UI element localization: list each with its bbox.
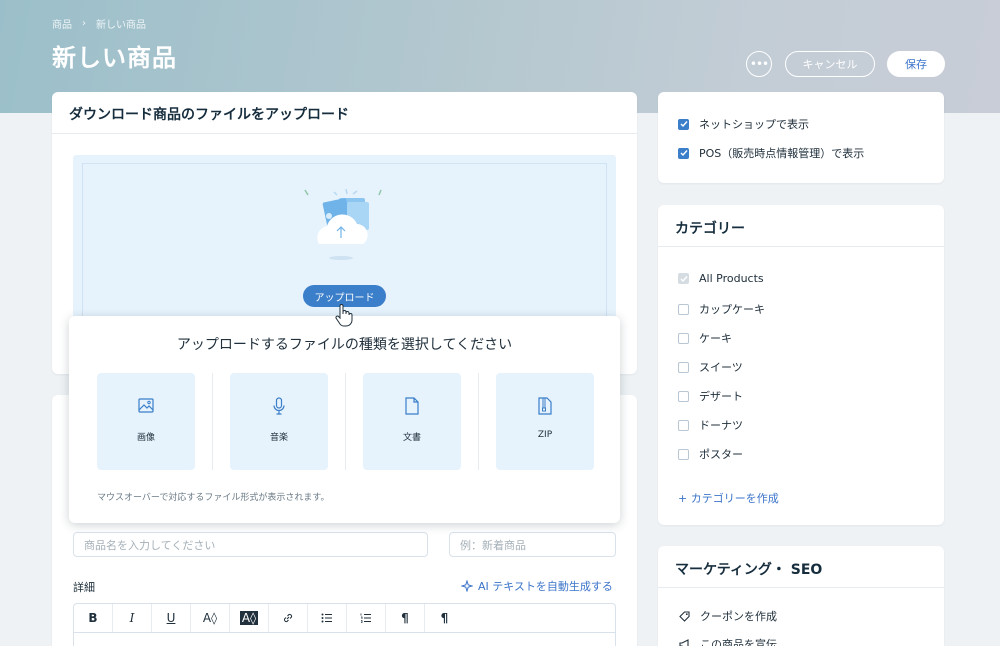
divider	[478, 373, 479, 470]
category-label: ポスター	[699, 448, 743, 461]
category-all-products: All Products	[678, 272, 764, 285]
show-in-store-checkbox[interactable]: ネットショップで表示	[678, 116, 809, 132]
file-type-document[interactable]: 文書	[363, 373, 461, 470]
underline-button[interactable]: U	[152, 604, 191, 632]
breadcrumb-separator: ›	[82, 18, 86, 29]
category-donut[interactable]: ドーナツ	[678, 417, 743, 433]
file-type-zip[interactable]: ZIP	[496, 373, 594, 470]
hand-cursor-icon	[335, 304, 353, 327]
checkbox-box	[678, 448, 689, 460]
bullet-list-icon	[321, 613, 332, 623]
popup-hint: マウスオーバーで対応するファイル形式が表示されます。	[97, 493, 330, 503]
bold-button[interactable]: B	[74, 604, 113, 632]
file-type-label: 画像	[136, 433, 155, 443]
category-label: ケーキ	[699, 332, 732, 345]
breadcrumb-item-current: 新しい商品	[96, 20, 146, 31]
file-type-label: 文書	[402, 433, 421, 443]
category-poster[interactable]: ポスター	[678, 446, 743, 462]
coupon-icon	[679, 610, 690, 622]
category-label: スイーツ	[699, 361, 743, 374]
show-in-pos-checkbox[interactable]: POS（販売時点情報管理）で表示	[678, 145, 864, 161]
link-icon	[283, 613, 293, 623]
checkbox-box	[678, 390, 689, 402]
popup-title: アップロードするファイルの種類を選択してください	[176, 337, 513, 353]
more-actions-button[interactable]: •••	[746, 51, 772, 77]
page-title: 新しい商品	[52, 44, 177, 72]
product-name-input[interactable]: 商品名を入力してください	[73, 532, 428, 557]
save-button[interactable]: 保存	[887, 51, 945, 77]
checkbox-box	[678, 361, 689, 373]
checkbox-box	[678, 419, 689, 431]
numbered-list-button[interactable]	[347, 604, 386, 632]
ai-generate-link[interactable]: AI テキストを自動生成する	[461, 578, 613, 594]
description-editor[interactable]	[73, 632, 616, 646]
rtl-icon: ¶	[440, 611, 449, 625]
categories-title: カテゴリー	[675, 221, 745, 237]
file-type-label: 音楽	[269, 433, 288, 443]
visibility-card: ネットショップで表示 POS（販売時点情報管理）で表示	[658, 92, 944, 183]
category-cake[interactable]: ケーキ	[678, 330, 732, 346]
category-dessert[interactable]: デザート	[678, 388, 743, 404]
highlight-color-button[interactable]: A◊	[230, 604, 269, 632]
link-button[interactable]	[269, 604, 308, 632]
microphone-icon	[273, 397, 285, 415]
divider	[658, 246, 944, 247]
categories-card: カテゴリー All Products カップケーキ ケーキ スイーツ デザート …	[658, 205, 944, 525]
upload-card-title: ダウンロード商品のファイルをアップロード	[69, 107, 349, 123]
zip-icon	[538, 397, 552, 415]
ai-generate-label: AI テキストを自動生成する	[478, 580, 613, 593]
numbered-list-icon	[360, 613, 371, 623]
breadcrumb: 商品 › 新しい商品	[52, 16, 146, 31]
promote-product-link[interactable]: この商品を宣伝	[678, 636, 777, 646]
ribbon-input[interactable]: 例：新着商品	[449, 532, 616, 557]
image-icon	[138, 398, 154, 413]
category-cupcake[interactable]: カップケーキ	[678, 301, 765, 317]
marketing-item-label: クーポンを作成	[700, 610, 777, 623]
file-type-label: ZIP	[537, 430, 553, 440]
check-icon	[678, 118, 689, 130]
ltr-icon: ¶	[401, 611, 409, 625]
document-icon	[405, 397, 419, 415]
divider	[658, 587, 944, 588]
file-type-music[interactable]: 音楽	[230, 373, 328, 470]
category-label: カップケーキ	[699, 303, 765, 316]
file-type-popup: アップロードするファイルの種類を選択してください 画像 音楽 文書 ZIP マウ…	[69, 316, 620, 523]
marketing-item-label: この商品を宣伝	[700, 638, 777, 646]
checkbox-label: ネットショップで表示	[699, 118, 809, 131]
check-icon	[678, 273, 689, 284]
cancel-button[interactable]: キャンセル	[785, 51, 875, 77]
megaphone-icon	[679, 638, 689, 646]
file-type-image[interactable]: 画像	[97, 373, 195, 470]
create-category-link[interactable]: + カテゴリーを作成	[678, 490, 779, 506]
create-coupon-link[interactable]: クーポンを作成	[678, 608, 777, 624]
category-label: デザート	[699, 390, 743, 403]
text-color-button[interactable]: A◊	[191, 604, 230, 632]
checkbox-box	[678, 303, 689, 315]
italic-button[interactable]: I	[113, 604, 152, 632]
bullet-list-button[interactable]	[308, 604, 347, 632]
divider	[212, 373, 213, 470]
ltr-button[interactable]: ¶	[386, 604, 425, 632]
more-icon: •••	[749, 57, 769, 71]
checkbox-label: POS（販売時点情報管理）で表示	[699, 147, 865, 160]
divider	[52, 133, 637, 134]
sparkle-icon	[461, 580, 473, 592]
divider	[345, 373, 346, 470]
marketing-card: マーケティング・ SEO クーポンを作成 この商品を宣伝	[658, 546, 944, 646]
category-label: ドーナツ	[699, 419, 743, 432]
category-label: All Products	[699, 272, 764, 285]
checkbox-box	[678, 332, 689, 344]
breadcrumb-item-products[interactable]: 商品	[52, 16, 72, 31]
description-label: 詳細	[73, 581, 95, 594]
marketing-title: マーケティング・ SEO	[675, 562, 823, 578]
rich-text-toolbar: B I U A◊ A◊ ¶ ¶	[73, 603, 616, 633]
check-icon	[678, 147, 689, 159]
category-sweets[interactable]: スイーツ	[678, 359, 743, 375]
cloud-upload-icon	[304, 188, 382, 260]
rtl-button[interactable]: ¶	[425, 604, 464, 632]
